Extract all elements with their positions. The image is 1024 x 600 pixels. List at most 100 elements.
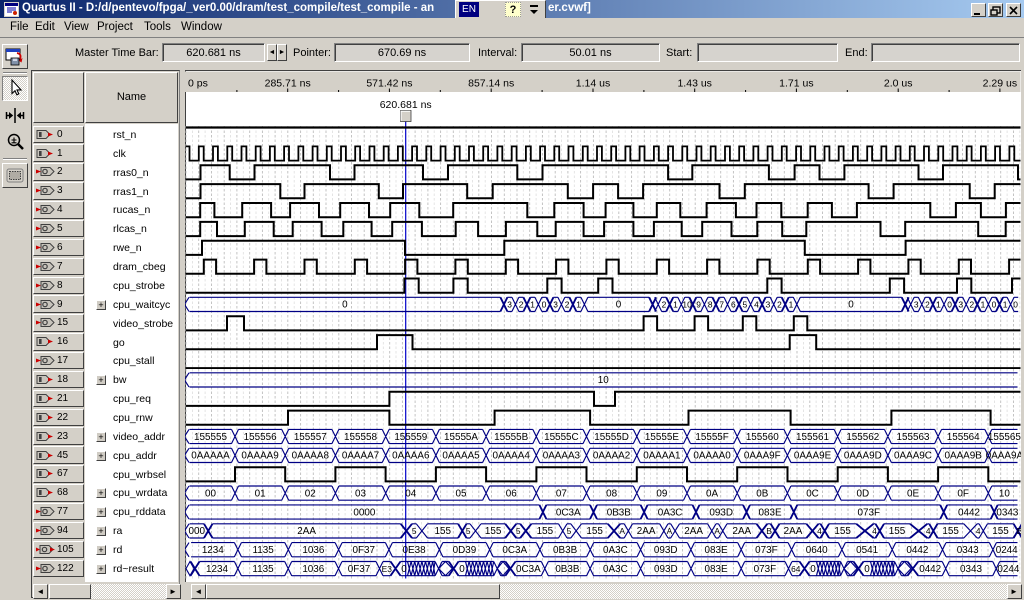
svg-text:2: 2: [565, 300, 570, 310]
svg-text:0442: 0442: [906, 545, 928, 556]
svg-text:1234: 1234: [202, 545, 224, 556]
svg-text:1: 1: [673, 300, 678, 310]
svg-text:0AAAA1: 0AAAA1: [643, 451, 681, 462]
svg-text:0B: 0B: [756, 488, 768, 499]
svg-text:3: 3: [553, 300, 558, 310]
svg-text:0: 0: [401, 564, 407, 575]
svg-text:5: 5: [516, 526, 521, 536]
svg-text:2: 2: [969, 300, 974, 310]
svg-text:155563: 155563: [897, 432, 930, 443]
svg-text:B: B: [766, 526, 772, 536]
svg-text:155555: 155555: [194, 432, 227, 443]
svg-text:0244: 0244: [997, 564, 1019, 575]
svg-text:0AAA9E: 0AAA9E: [794, 451, 832, 462]
svg-text:0AAAA7: 0AAAA7: [342, 451, 379, 462]
svg-text:0AAA9A: 0AAA9A: [986, 451, 1021, 462]
svg-text:0F: 0F: [957, 488, 969, 499]
svg-text:1: 1: [789, 300, 794, 310]
svg-text:155557: 155557: [294, 432, 327, 443]
svg-text:09: 09: [656, 488, 667, 499]
svg-text:05: 05: [456, 488, 467, 499]
svg-text:4: 4: [976, 526, 981, 536]
svg-text:155560: 155560: [746, 432, 779, 443]
svg-text:3: 3: [914, 300, 919, 310]
svg-text:3: 3: [507, 300, 512, 310]
svg-text:10: 10: [682, 300, 692, 310]
svg-text:155564: 155564: [947, 432, 980, 443]
svg-text:5: 5: [567, 526, 572, 536]
svg-text:10: 10: [598, 375, 609, 386]
svg-text:1.71 us: 1.71 us: [779, 78, 813, 90]
svg-text:155565: 155565: [988, 432, 1021, 443]
svg-text:B: B: [1017, 526, 1021, 536]
svg-text:0E38: 0E38: [403, 545, 427, 556]
svg-text:1036: 1036: [302, 564, 324, 575]
svg-text:0A3C: 0A3C: [658, 507, 683, 518]
svg-text:1036: 1036: [302, 545, 324, 556]
svg-text:2.29 us: 2.29 us: [983, 78, 1017, 90]
svg-text:5: 5: [412, 526, 417, 536]
svg-text:857.14 ns: 857.14 ns: [468, 78, 514, 90]
svg-text:15555D: 15555D: [594, 432, 629, 443]
svg-text:0AAA9D: 0AAA9D: [844, 451, 882, 462]
svg-text:0640: 0640: [806, 545, 828, 556]
svg-text:0000: 0000: [353, 507, 375, 518]
svg-text:5: 5: [742, 300, 747, 310]
svg-text:01: 01: [255, 488, 266, 499]
svg-text:2: 2: [519, 300, 524, 310]
svg-text:64: 64: [791, 564, 801, 574]
svg-text:0D39: 0D39: [453, 545, 477, 556]
svg-text:15555A: 15555A: [444, 432, 478, 443]
svg-text:02: 02: [305, 488, 316, 499]
svg-text:093D: 093D: [709, 507, 733, 518]
svg-text:083E: 083E: [705, 564, 728, 575]
svg-text:0AAA9B: 0AAA9B: [945, 451, 983, 462]
svg-text:1: 1: [530, 300, 535, 310]
svg-text:1135: 1135: [252, 545, 274, 556]
svg-text:3: 3: [958, 300, 963, 310]
svg-text:2AA: 2AA: [732, 526, 751, 537]
svg-text:155: 155: [942, 526, 959, 537]
svg-text:2AA: 2AA: [784, 526, 803, 537]
svg-text:093D: 093D: [654, 545, 678, 556]
svg-text:1.14 us: 1.14 us: [576, 78, 610, 90]
svg-text:0E: 0E: [907, 488, 919, 499]
svg-text:2AA: 2AA: [297, 526, 316, 537]
svg-text:155: 155: [834, 526, 851, 537]
svg-text:0AAA9C: 0AAA9C: [894, 451, 932, 462]
svg-text:1.43 us: 1.43 us: [677, 78, 711, 90]
svg-text:2AA: 2AA: [637, 526, 656, 537]
svg-text:571.42 ns: 571.42 ns: [366, 78, 412, 90]
svg-text:0C3A: 0C3A: [516, 564, 541, 575]
svg-text:155: 155: [992, 526, 1009, 537]
svg-text:4: 4: [872, 526, 877, 536]
svg-text:8: 8: [708, 300, 713, 310]
svg-text:A: A: [619, 526, 625, 536]
svg-text:3: 3: [766, 300, 771, 310]
svg-text:04: 04: [405, 488, 416, 499]
svg-text:0C3A: 0C3A: [502, 545, 527, 556]
svg-text:2: 2: [662, 300, 667, 310]
svg-text:0F37: 0F37: [348, 564, 371, 575]
svg-text:0: 0: [992, 300, 997, 310]
svg-text:155556: 155556: [244, 432, 277, 443]
svg-text:285.71 ns: 285.71 ns: [265, 78, 311, 90]
svg-text:0: 0: [342, 300, 348, 311]
svg-text:155: 155: [586, 526, 603, 537]
svg-text:073F: 073F: [858, 507, 881, 518]
svg-text:0A3C: 0A3C: [603, 564, 628, 575]
svg-text:0: 0: [864, 564, 870, 575]
svg-text:155561: 155561: [796, 432, 829, 443]
svg-text:1: 1: [936, 300, 941, 310]
svg-text:2.0 us: 2.0 us: [884, 78, 913, 90]
svg-text:155559: 155559: [394, 432, 427, 443]
svg-text:4: 4: [926, 526, 931, 536]
svg-text:0A3C: 0A3C: [603, 545, 628, 556]
svg-text:A: A: [667, 526, 673, 536]
svg-text:1135: 1135: [252, 564, 274, 575]
svg-text:0 ps: 0 ps: [188, 78, 208, 90]
svg-text:4: 4: [817, 526, 822, 536]
svg-text:0442: 0442: [919, 564, 941, 575]
svg-text:155: 155: [889, 526, 906, 537]
svg-text:1: 1: [576, 300, 581, 310]
